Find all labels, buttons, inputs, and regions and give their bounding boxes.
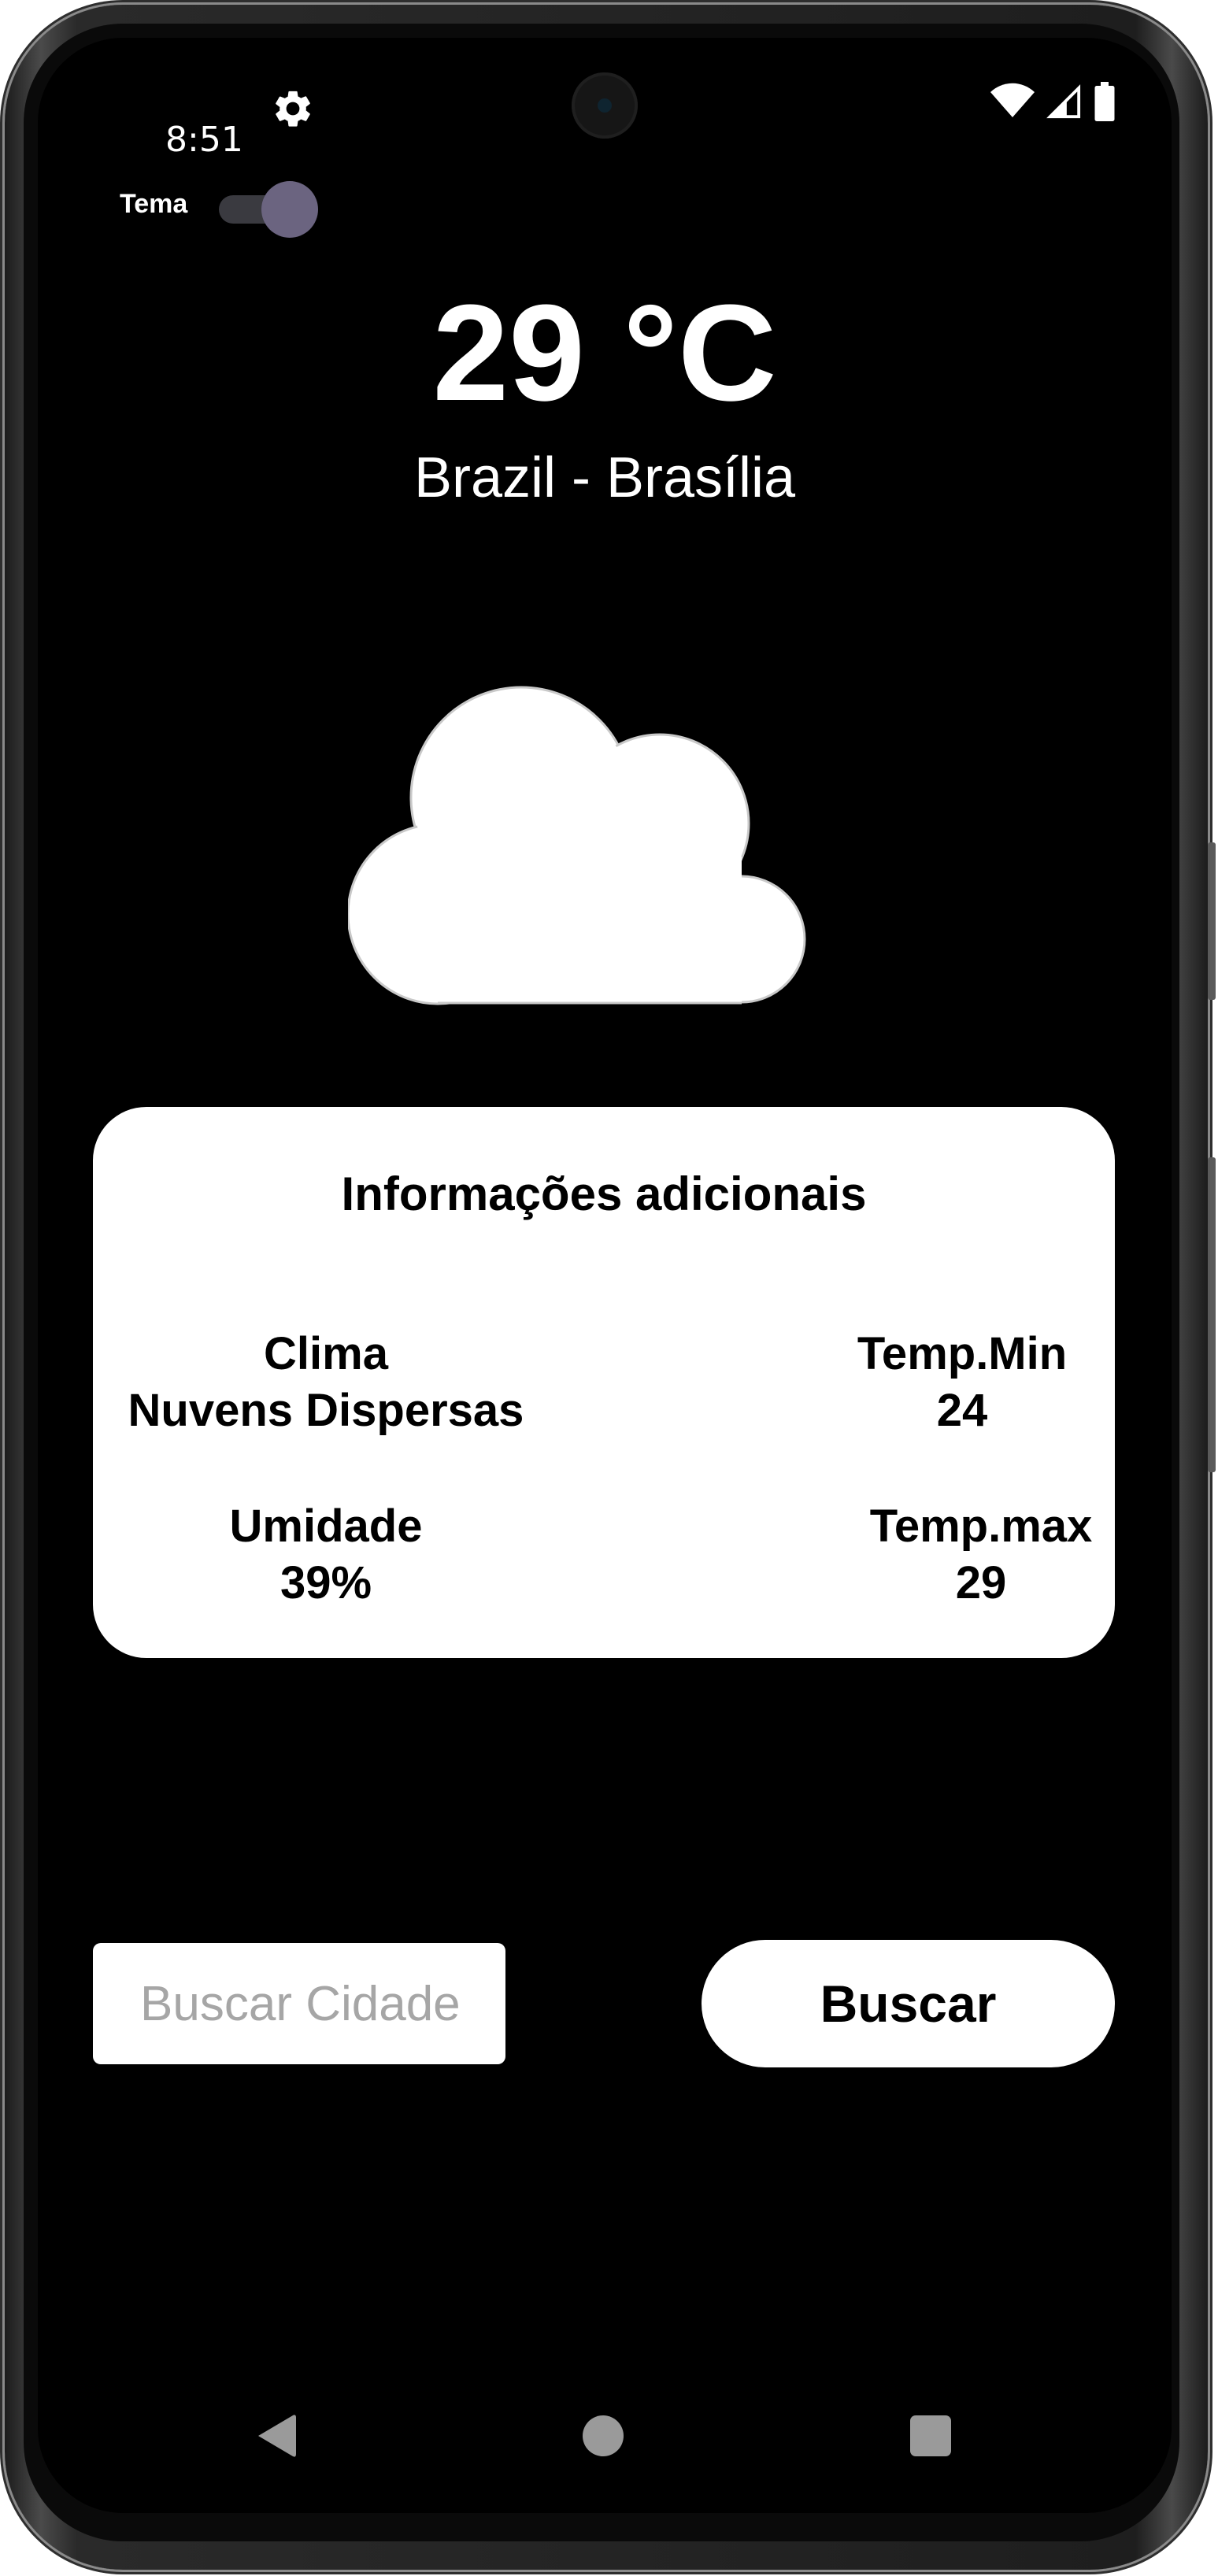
clima-label: Clima	[264, 1328, 388, 1379]
phone-device: 8:51 Tema 29 °C Brazil - Brasília Inform…	[0, 0, 1218, 2576]
umidade-label: Umidade	[229, 1501, 423, 1552]
status-time: 8:51	[165, 120, 243, 160]
location-label: Brazil - Brasília	[413, 446, 796, 509]
info-card: Informações adicionais Clima Nuvens Disp…	[93, 1107, 1115, 1658]
home-icon[interactable]	[583, 2415, 624, 2456]
temp-min-label: Temp.Min	[857, 1328, 1068, 1379]
umidade-value: 39%	[280, 1557, 372, 1608]
search-button[interactable]: Buscar	[702, 1940, 1115, 2067]
cellular-signal-icon	[1046, 84, 1081, 119]
recents-icon[interactable]	[910, 2415, 951, 2456]
temperature-value: 29 °C	[432, 276, 777, 429]
info-umidade: Umidade 39%	[168, 1498, 483, 1612]
theme-label: Tema	[120, 189, 188, 219]
back-icon[interactable]	[254, 2412, 298, 2459]
status-icons	[990, 82, 1116, 121]
settings-icon	[276, 91, 310, 127]
clima-value: Nuvens Dispersas	[128, 1385, 524, 1436]
switch-thumb[interactable]	[261, 181, 318, 238]
front-camera	[572, 72, 638, 139]
cloud-icon	[348, 686, 806, 1005]
app-screen: 8:51 Tema 29 °C Brazil - Brasília Inform…	[38, 38, 1172, 2513]
temp-max-label: Temp.max	[869, 1501, 1093, 1552]
search-city-input[interactable]	[93, 1943, 505, 2064]
info-temp-min: Temp.Min 24	[828, 1326, 1096, 1439]
temp-min-value: 24	[936, 1385, 988, 1436]
power-button	[1208, 1157, 1216, 1472]
battery-icon	[1094, 82, 1115, 121]
info-clima: Clima Nuvens Dispersas	[121, 1326, 531, 1439]
info-temp-max: Temp.max 29	[847, 1498, 1115, 1612]
volume-button	[1208, 842, 1216, 1000]
theme-switch[interactable]	[219, 180, 320, 239]
info-card-title: Informações adicionais	[341, 1168, 867, 1220]
temp-max-value: 29	[955, 1557, 1007, 1608]
wifi-icon	[990, 83, 1035, 117]
